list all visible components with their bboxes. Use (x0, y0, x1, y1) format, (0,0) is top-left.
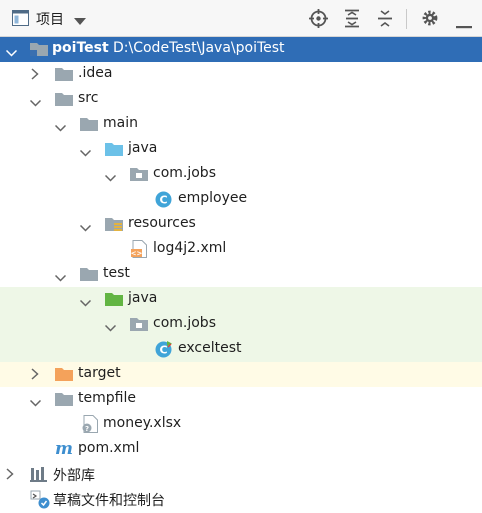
test-folder-icon (105, 291, 123, 311)
view-selector-title[interactable]: 项目 (36, 9, 64, 29)
scratches-icon (30, 490, 50, 513)
chevron-right-icon[interactable] (6, 468, 14, 484)
resources-folder-icon (105, 216, 123, 236)
java-class-icon: C (155, 191, 172, 212)
source-folder-icon (105, 141, 123, 161)
tree-label: exceltest (178, 340, 242, 356)
tree-row-test-java[interactable]: java (0, 287, 482, 312)
tree-row-main-package[interactable]: com.jobs (0, 162, 482, 187)
chevron-down-icon[interactable] (29, 395, 42, 411)
tree-row-test-package[interactable]: com.jobs (0, 312, 482, 337)
tree-row-resources[interactable]: resources (0, 212, 482, 237)
expand-all-icon[interactable] (344, 9, 360, 32)
xml-file-icon: <> (131, 240, 148, 262)
chevron-down-icon[interactable] (74, 14, 86, 30)
svg-text:<>: <> (131, 250, 142, 258)
tree-row-scratches[interactable]: 草稿文件和控制台 (0, 487, 482, 512)
tree-row-src[interactable]: src (0, 87, 482, 112)
tree-label: com.jobs (153, 165, 216, 181)
tree-row-employee[interactable]: C employee (0, 187, 482, 212)
tree-label: resources (128, 215, 196, 231)
chevron-right-icon[interactable] (31, 68, 39, 84)
tree-label: 草稿文件和控制台 (53, 493, 165, 509)
tree-row-target[interactable]: target (0, 362, 482, 387)
package-icon (130, 316, 148, 336)
toolbar-separator (406, 9, 407, 29)
project-tool-window-header: 项目 (0, 0, 482, 37)
chevron-down-icon[interactable] (54, 120, 67, 136)
tree-row-main[interactable]: main (0, 112, 482, 137)
tree-label: money.xlsx (103, 415, 182, 431)
module-folder-icon (30, 41, 48, 61)
folder-icon (55, 66, 73, 86)
tree-label: java (128, 140, 158, 156)
tree-row-project-root[interactable]: poiTest D:\CodeTest\Java\poiTest (0, 37, 482, 62)
tree-row-pom[interactable]: m pom.xml (0, 437, 482, 462)
tree-label: pom.xml (78, 440, 140, 456)
folder-icon (55, 91, 73, 111)
tree-label: java (128, 290, 158, 306)
chevron-down-icon[interactable] (104, 170, 117, 186)
chevron-down-icon[interactable] (79, 145, 92, 161)
tree-label: main (103, 115, 138, 131)
tree-label: .idea (78, 65, 113, 81)
tree-row-money[interactable]: ? money.xlsx (0, 412, 482, 437)
project-root-path: D:\CodeTest\Java\poiTest (113, 40, 285, 56)
gear-icon[interactable] (421, 9, 439, 31)
excluded-folder-icon (55, 366, 73, 386)
crosshair-icon[interactable] (309, 9, 328, 32)
chevron-down-icon[interactable] (54, 270, 67, 286)
chevron-down-icon[interactable] (79, 295, 92, 311)
tree-row-external-libraries[interactable]: 外部库 (0, 462, 482, 487)
tree-label: log4j2.xml (153, 240, 227, 256)
tree-label: target (78, 365, 121, 381)
collapse-all-icon[interactable] (377, 9, 393, 32)
tree-label: com.jobs (153, 315, 216, 331)
chevron-right-icon[interactable] (31, 368, 39, 384)
chevron-down-icon[interactable] (29, 95, 42, 111)
folder-icon (55, 391, 73, 411)
tree-label: 外部库 (53, 468, 95, 484)
tree-row-idea[interactable]: .idea (0, 62, 482, 87)
project-root-name: poiTest (52, 40, 109, 56)
tree-row-test[interactable]: test (0, 262, 482, 287)
folder-icon (80, 266, 98, 286)
tree-row-main-java[interactable]: java (0, 137, 482, 162)
project-view-icon[interactable] (12, 10, 29, 30)
tree-label: test (103, 265, 130, 281)
minimize-icon[interactable] (456, 17, 472, 33)
tree-label: src (78, 90, 99, 106)
tree-label: tempfile (78, 390, 136, 406)
chevron-down-icon[interactable] (104, 320, 117, 336)
folder-icon (80, 116, 98, 136)
chevron-down-icon[interactable] (79, 220, 92, 236)
svg-text:C: C (159, 194, 167, 207)
maven-icon: m (55, 439, 75, 461)
java-test-class-icon: C (155, 341, 173, 362)
tree-label: employee (178, 190, 248, 206)
library-icon (30, 466, 48, 486)
svg-text:m: m (55, 439, 73, 457)
tree-row-tempfile[interactable]: tempfile (0, 387, 482, 412)
tree-row-log4j2[interactable]: <> log4j2.xml (0, 237, 482, 262)
svg-text:?: ? (85, 425, 89, 433)
tree-row-exceltest[interactable]: C exceltest (0, 337, 482, 362)
unknown-file-icon: ? (82, 415, 99, 437)
chevron-down-icon[interactable] (5, 45, 18, 61)
svg-text:C: C (159, 344, 167, 357)
package-icon (130, 166, 148, 186)
